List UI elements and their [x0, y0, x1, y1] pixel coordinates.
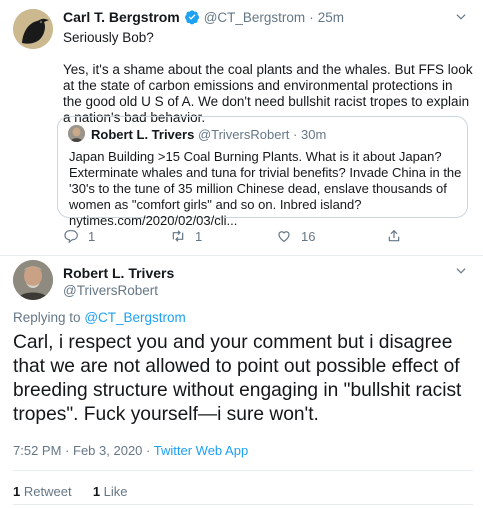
- tweet-text-line1: Seriously Bob?: [63, 30, 154, 45]
- quoted-author-avatar: [68, 125, 85, 142]
- tweet-stats: 1 Retweet 1 Like: [13, 484, 128, 499]
- retweets-stat[interactable]: 1 Retweet: [13, 484, 75, 499]
- author-name[interactable]: Robert L. Trivers: [63, 265, 174, 281]
- likes-stat[interactable]: 1 Like: [93, 484, 128, 499]
- separator-dot: ·: [65, 443, 70, 458]
- quoted-tweet-header: Robert L. Trivers @TriversRobert · 30m: [91, 127, 326, 142]
- like-count: 16: [301, 228, 316, 244]
- reply-button[interactable]: 1: [63, 228, 95, 244]
- tweet-meta: 7:52 PM · Feb 3, 2020 · Twitter Web App: [13, 443, 248, 458]
- share-icon: [388, 229, 400, 242]
- separator-dot: ·: [146, 443, 151, 458]
- tweet-date[interactable]: Feb 3, 2020: [73, 443, 142, 458]
- quoted-tweet-time: 30m: [300, 127, 327, 142]
- retweets-count: 1: [13, 484, 21, 499]
- likes-count: 1: [92, 484, 101, 499]
- likes-label: Like: [103, 484, 128, 499]
- separator-dot: ·: [293, 127, 298, 142]
- author-handle[interactable]: @CT_Bergstrom: [204, 10, 305, 25]
- divider: [13, 504, 473, 505]
- quoted-author-handle: @TriversRobert: [197, 127, 290, 142]
- retweet-count: 1: [195, 228, 203, 244]
- divider: [13, 470, 473, 471]
- like-button[interactable]: 16: [276, 228, 315, 244]
- retweet-button[interactable]: 1: [170, 228, 202, 244]
- author-avatar[interactable]: [13, 260, 53, 300]
- tweet-time[interactable]: 25m: [318, 10, 344, 25]
- author-name[interactable]: Carl T. Bergstrom: [63, 9, 180, 25]
- replying-to: Replying to @CT_Bergstrom: [13, 310, 186, 325]
- parent-tweet[interactable]: Carl T. Bergstrom @CT_Bergstrom · 25m Se…: [0, 0, 483, 256]
- reply-count: 1: [88, 228, 96, 244]
- reply-icon: [64, 230, 78, 244]
- replying-to-link[interactable]: @CT_Bergstrom: [84, 310, 185, 325]
- verified-badge-icon: [184, 10, 199, 25]
- tweet-time[interactable]: 7:52 PM: [13, 443, 61, 458]
- separator-dot: ·: [309, 9, 314, 25]
- like-icon: [278, 231, 290, 243]
- quoted-tweet-text: Japan Building >15 Coal Burning Plants. …: [69, 149, 462, 228]
- quoted-author-name: Robert L. Trivers: [91, 127, 195, 142]
- chevron-down-icon[interactable]: [454, 10, 468, 24]
- share-button[interactable]: [386, 228, 411, 244]
- replying-prefix: Replying to: [13, 310, 81, 325]
- parent-tweet-header: Carl T. Bergstrom @CT_Bergstrom · 25m: [63, 9, 344, 25]
- tweet-source[interactable]: Twitter Web App: [154, 443, 248, 458]
- chevron-down-icon[interactable]: [454, 264, 468, 278]
- quoted-tweet[interactable]: Robert L. Trivers @TriversRobert · 30m J…: [57, 116, 468, 228]
- retweets-label: Retweet: [23, 484, 72, 499]
- crow-avatar[interactable]: [13, 9, 53, 49]
- retweet-icon: [172, 230, 184, 242]
- author-handle[interactable]: @TriversRobert: [63, 283, 158, 298]
- tweet-text: Carl, i respect you and your comment but…: [13, 332, 462, 425]
